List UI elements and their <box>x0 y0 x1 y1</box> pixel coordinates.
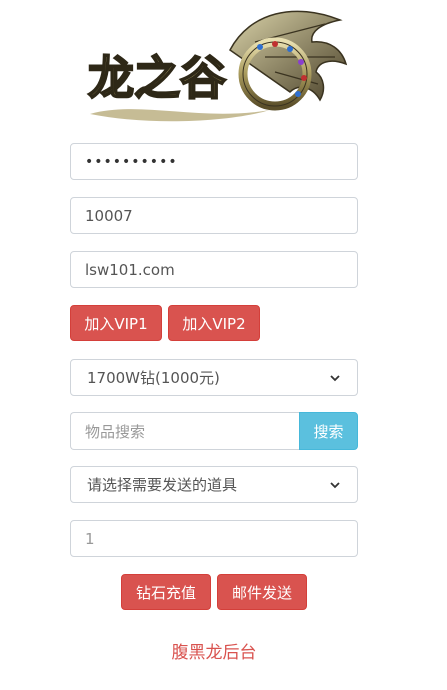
item-search-group: 物品搜索 搜索 <box>70 412 358 450</box>
item-search-input[interactable]: 物品搜索 <box>70 412 300 450</box>
search-button[interactable]: 搜索 <box>299 412 358 450</box>
footer-backend-link[interactable]: 腹黑龙后台 <box>0 638 428 663</box>
quantity-value: 1 <box>85 529 95 548</box>
chevron-down-icon <box>330 374 340 381</box>
server-field[interactable]: lsw101.com <box>70 251 358 288</box>
add-vip1-button[interactable]: 加入VIP1 <box>70 305 162 341</box>
account-id-field[interactable]: 10007 <box>70 197 358 234</box>
mail-send-label: 邮件发送 <box>231 583 292 602</box>
item-select[interactable]: 请选择需要发送的道具 <box>70 466 358 503</box>
item-select-value: 请选择需要发送的道具 <box>87 476 238 494</box>
diamond-amount-value: 1700W钻(1000元) <box>87 369 220 387</box>
password-field[interactable]: •••••••••• <box>70 143 358 180</box>
dragon-nest-logo: 龙之谷 <box>87 10 348 122</box>
account-id-value: 10007 <box>85 206 133 225</box>
add-vip2-button[interactable]: 加入VIP2 <box>168 305 260 341</box>
item-search-placeholder: 物品搜索 <box>85 422 146 441</box>
server-value: lsw101.com <box>85 260 175 279</box>
password-value: •••••••••• <box>85 153 178 170</box>
svg-text:龙之谷: 龙之谷 <box>88 51 226 105</box>
diamond-recharge-button[interactable]: 钻石充值 <box>121 574 211 610</box>
diamond-amount-select[interactable]: 1700W钻(1000元) <box>70 359 358 396</box>
mail-send-button[interactable]: 邮件发送 <box>217 574 307 610</box>
quantity-field[interactable]: 1 <box>70 520 358 557</box>
add-vip1-label: 加入VIP1 <box>84 314 148 333</box>
diamond-recharge-label: 钻石充值 <box>135 583 196 602</box>
add-vip2-label: 加入VIP2 <box>182 314 246 333</box>
search-button-label: 搜索 <box>313 422 344 441</box>
gm-panel-page: 龙之谷 •••••••••• 10007 lsw101.com 加入VIP1 加… <box>0 0 447 690</box>
chevron-down-icon <box>330 481 340 488</box>
